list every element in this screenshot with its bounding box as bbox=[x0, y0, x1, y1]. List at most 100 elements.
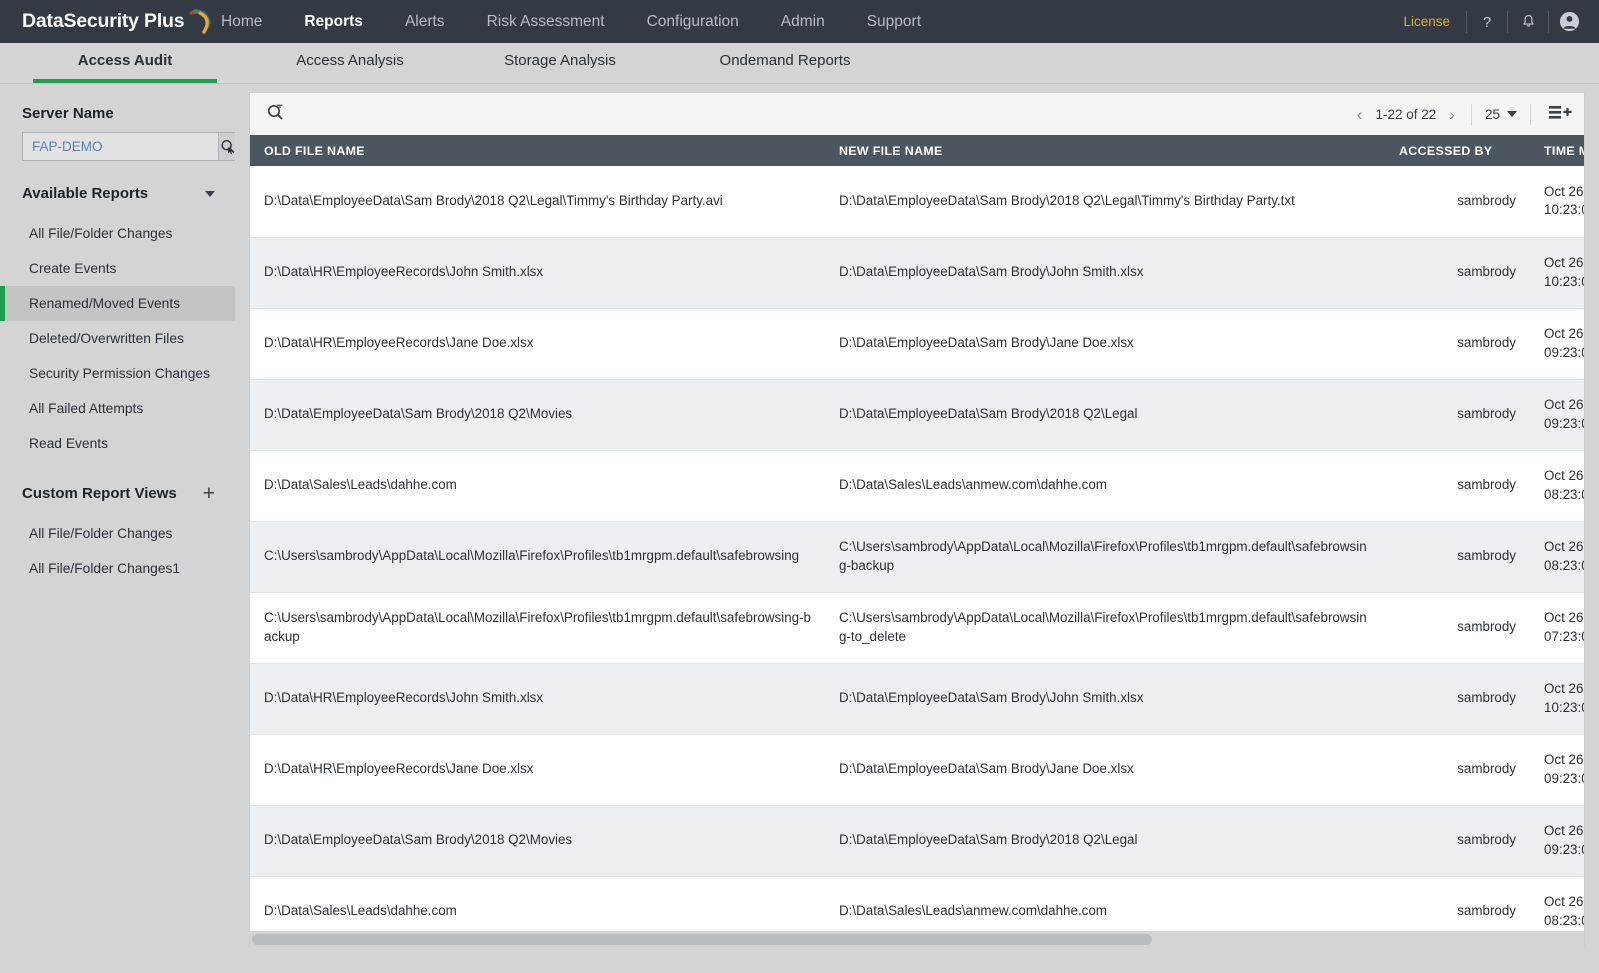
sidebar-item-security-permission-changes[interactable]: Security Permission Changes bbox=[0, 356, 235, 391]
table-row[interactable]: D:\Data\EmployeeData\Sam Brody\2018 Q2\M… bbox=[250, 805, 1584, 877]
cell-old-file-name: D:\Data\EmployeeData\Sam Brody\2018 Q2\M… bbox=[250, 805, 825, 877]
nav-item-admin[interactable]: Admin bbox=[760, 0, 846, 43]
cell-accessed-by: sambrody bbox=[1385, 450, 1530, 522]
column-settings-icon[interactable] bbox=[1548, 103, 1574, 125]
toolbar-right-controls: ‹ 1-22 of 22 › 25 bbox=[1354, 103, 1574, 125]
help-icon[interactable]: ? bbox=[1467, 0, 1507, 43]
server-search-button[interactable] bbox=[218, 132, 235, 161]
available-reports-list: All File/Folder Changes Create Events Re… bbox=[0, 216, 235, 461]
table-row[interactable]: D:\Data\Sales\Leads\dahhe.com D:\Data\Sal… bbox=[250, 876, 1584, 931]
nav-item-home[interactable]: Home bbox=[200, 0, 283, 43]
cell-accessed-by: sambrody bbox=[1385, 805, 1530, 877]
tab-ondemand-reports[interactable]: Ondemand Reports bbox=[670, 42, 900, 83]
cell-old-file-name: D:\Data\HR\EmployeeRecords\John Smith.xl… bbox=[250, 663, 825, 735]
table-row[interactable]: D:\Data\EmployeeData\Sam Brody\2018 Q2\M… bbox=[250, 379, 1584, 451]
tab-storage-analysis[interactable]: Storage Analysis bbox=[450, 42, 670, 83]
chevron-right-icon[interactable]: › bbox=[1446, 106, 1458, 123]
cell-new-file-name: D:\Data\EmployeeData\Sam Brody\2018 Q2\L… bbox=[825, 379, 1385, 451]
table-scroll-region[interactable]: OLD FILE NAME NEW FILE NAME ACCESSED BY … bbox=[250, 135, 1584, 931]
top-right-actions: License ? bbox=[1387, 0, 1589, 43]
cell-new-file-name: C:\Users\sambrody\AppData\Local\Mozilla\… bbox=[825, 592, 1385, 664]
cell-time-modified: Oct 26,201 10:23:07 A bbox=[1530, 663, 1584, 735]
nav-item-alerts[interactable]: Alerts bbox=[384, 0, 466, 43]
user-account-icon[interactable] bbox=[1549, 0, 1589, 43]
sidebar-item-all-failed-attempts[interactable]: All Failed Attempts bbox=[0, 391, 235, 426]
column-header-accessed-by[interactable]: ACCESSED BY bbox=[1385, 135, 1530, 166]
cell-time-modified: Oct 26,201 08:23:03 A bbox=[1530, 876, 1584, 931]
search-icon[interactable] bbox=[266, 103, 288, 125]
cell-time-modified: Oct 26,201 10:23:07 A bbox=[1530, 166, 1584, 238]
pagination-range: 1-22 of 22 bbox=[1375, 106, 1437, 122]
sidebar-item-custom-all-file-folder-changes[interactable]: All File/Folder Changes bbox=[0, 516, 235, 551]
chevron-left-icon[interactable]: ‹ bbox=[1354, 106, 1366, 123]
cell-old-file-name: D:\Data\EmployeeData\Sam Brody\2018 Q2\M… bbox=[250, 379, 825, 451]
main-content: ‹ 1-22 of 22 › 25 OLD FILE NAME NEW FILE… bbox=[235, 84, 1599, 973]
nav-item-risk-assessment[interactable]: Risk Assessment bbox=[466, 0, 626, 43]
page-size-select[interactable]: 25 bbox=[1485, 107, 1517, 122]
table-row[interactable]: C:\Users\sambrody\AppData\Local\Mozilla\… bbox=[250, 521, 1584, 593]
renamed-moved-events-table: OLD FILE NAME NEW FILE NAME ACCESSED BY … bbox=[250, 135, 1584, 931]
sidebar-item-create-events[interactable]: Create Events bbox=[0, 251, 235, 286]
page-size-value: 25 bbox=[1484, 106, 1500, 122]
available-reports-header[interactable]: Available Reports bbox=[0, 161, 235, 216]
table-body: D:\Data\EmployeeData\Sam Brody\2018 Q2\L… bbox=[250, 166, 1584, 931]
nav-item-support[interactable]: Support bbox=[846, 0, 942, 43]
nav-item-configuration[interactable]: Configuration bbox=[626, 0, 760, 43]
cell-old-file-name: D:\Data\Sales\Leads\dahhe.com bbox=[250, 450, 825, 522]
cell-new-file-name: D:\Data\EmployeeData\Sam Brody\Jane Doe.… bbox=[825, 734, 1385, 806]
tab-access-audit[interactable]: Access Audit bbox=[0, 42, 250, 83]
server-name-input[interactable] bbox=[22, 132, 218, 161]
cell-old-file-name: C:\Users\sambrody\AppData\Local\Mozilla\… bbox=[250, 592, 825, 664]
horizontal-scrollbar[interactable] bbox=[250, 931, 1584, 948]
cell-new-file-name: D:\Data\EmployeeData\Sam Brody\John Smit… bbox=[825, 237, 1385, 309]
add-custom-view-plus-icon[interactable]: + bbox=[203, 483, 215, 504]
cell-time-modified: Oct 26,201 09:23:04 A bbox=[1530, 805, 1584, 877]
sidebar-item-custom-all-file-folder-changes1[interactable]: All File/Folder Changes1 bbox=[0, 551, 235, 586]
cell-new-file-name: D:\Data\EmployeeData\Sam Brody\John Smit… bbox=[825, 663, 1385, 735]
column-header-old-file-name[interactable]: OLD FILE NAME bbox=[250, 135, 825, 166]
table-row[interactable]: D:\Data\HR\EmployeeRecords\John Smith.xl… bbox=[250, 663, 1584, 735]
cell-old-file-name: D:\Data\HR\EmployeeRecords\Jane Doe.xlsx bbox=[250, 308, 825, 380]
sidebar-item-deleted-overwritten-files[interactable]: Deleted/Overwritten Files bbox=[0, 321, 235, 356]
cell-old-file-name: D:\Data\Sales\Leads\dahhe.com bbox=[250, 876, 825, 931]
cell-time-modified: Oct 26,201 09:23:04 A bbox=[1530, 379, 1584, 451]
table-row[interactable]: D:\Data\HR\EmployeeRecords\Jane Doe.xlsx… bbox=[250, 308, 1584, 380]
page-body: Server Name Available Reports All File/F… bbox=[0, 84, 1599, 973]
cell-accessed-by: sambrody bbox=[1385, 379, 1530, 451]
cell-new-file-name: D:\Data\Sales\Leads\anmew.com\dahhe.com bbox=[825, 876, 1385, 931]
available-reports-label: Available Reports bbox=[22, 185, 149, 202]
table-row[interactable]: D:\Data\Sales\Leads\dahhe.com D:\Data\Sal… bbox=[250, 450, 1584, 522]
nav-item-reports[interactable]: Reports bbox=[283, 0, 384, 43]
cell-time-modified: Oct 26,201 10:23:07 A bbox=[1530, 237, 1584, 309]
chevron-down-icon[interactable] bbox=[205, 190, 215, 197]
cell-new-file-name: D:\Data\Sales\Leads\anmew.com\dahhe.com bbox=[825, 450, 1385, 522]
bell-icon[interactable] bbox=[1508, 0, 1548, 43]
secondary-nav: Access Audit Access Analysis Storage Ana… bbox=[0, 43, 1599, 84]
report-toolbar: ‹ 1-22 of 22 › 25 bbox=[250, 93, 1584, 135]
horizontal-scrollbar-thumb[interactable] bbox=[252, 934, 1152, 945]
sidebar-item-all-file-folder-changes[interactable]: All File/Folder Changes bbox=[0, 216, 235, 251]
server-name-label: Server Name bbox=[22, 105, 114, 122]
license-link[interactable]: License bbox=[1387, 14, 1466, 29]
table-row[interactable]: D:\Data\HR\EmployeeRecords\John Smith.xl… bbox=[250, 237, 1584, 309]
custom-report-views-header: Custom Report Views + bbox=[0, 461, 235, 516]
table-header-row: OLD FILE NAME NEW FILE NAME ACCESSED BY … bbox=[250, 135, 1584, 166]
cell-new-file-name: C:\Users\sambrody\AppData\Local\Mozilla\… bbox=[825, 521, 1385, 593]
app-logo[interactable]: DataSecurity Plus bbox=[0, 7, 212, 37]
column-header-new-file-name[interactable]: NEW FILE NAME bbox=[825, 135, 1385, 166]
table-row[interactable]: D:\Data\EmployeeData\Sam Brody\2018 Q2\L… bbox=[250, 166, 1584, 238]
cell-time-modified: Oct 26,201 08:23:03 A bbox=[1530, 450, 1584, 522]
sidebar-item-read-events[interactable]: Read Events bbox=[0, 426, 235, 461]
cell-accessed-by: sambrody bbox=[1385, 734, 1530, 806]
server-search-row bbox=[0, 132, 235, 161]
custom-report-views-list: All File/Folder Changes All File/Folder … bbox=[0, 516, 235, 586]
sidebar-item-renamed-moved-events[interactable]: Renamed/Moved Events bbox=[0, 286, 235, 321]
column-header-time-modified[interactable]: TIME MOD bbox=[1530, 135, 1584, 166]
cell-new-file-name: D:\Data\EmployeeData\Sam Brody\2018 Q2\L… bbox=[825, 805, 1385, 877]
cell-accessed-by: sambrody bbox=[1385, 166, 1530, 238]
tab-access-analysis[interactable]: Access Analysis bbox=[250, 42, 450, 83]
table-row[interactable]: D:\Data\HR\EmployeeRecords\Jane Doe.xlsx… bbox=[250, 734, 1584, 806]
cell-accessed-by: sambrody bbox=[1385, 308, 1530, 380]
table-row[interactable]: C:\Users\sambrody\AppData\Local\Mozilla\… bbox=[250, 592, 1584, 664]
cell-old-file-name: D:\Data\EmployeeData\Sam Brody\2018 Q2\L… bbox=[250, 166, 825, 238]
